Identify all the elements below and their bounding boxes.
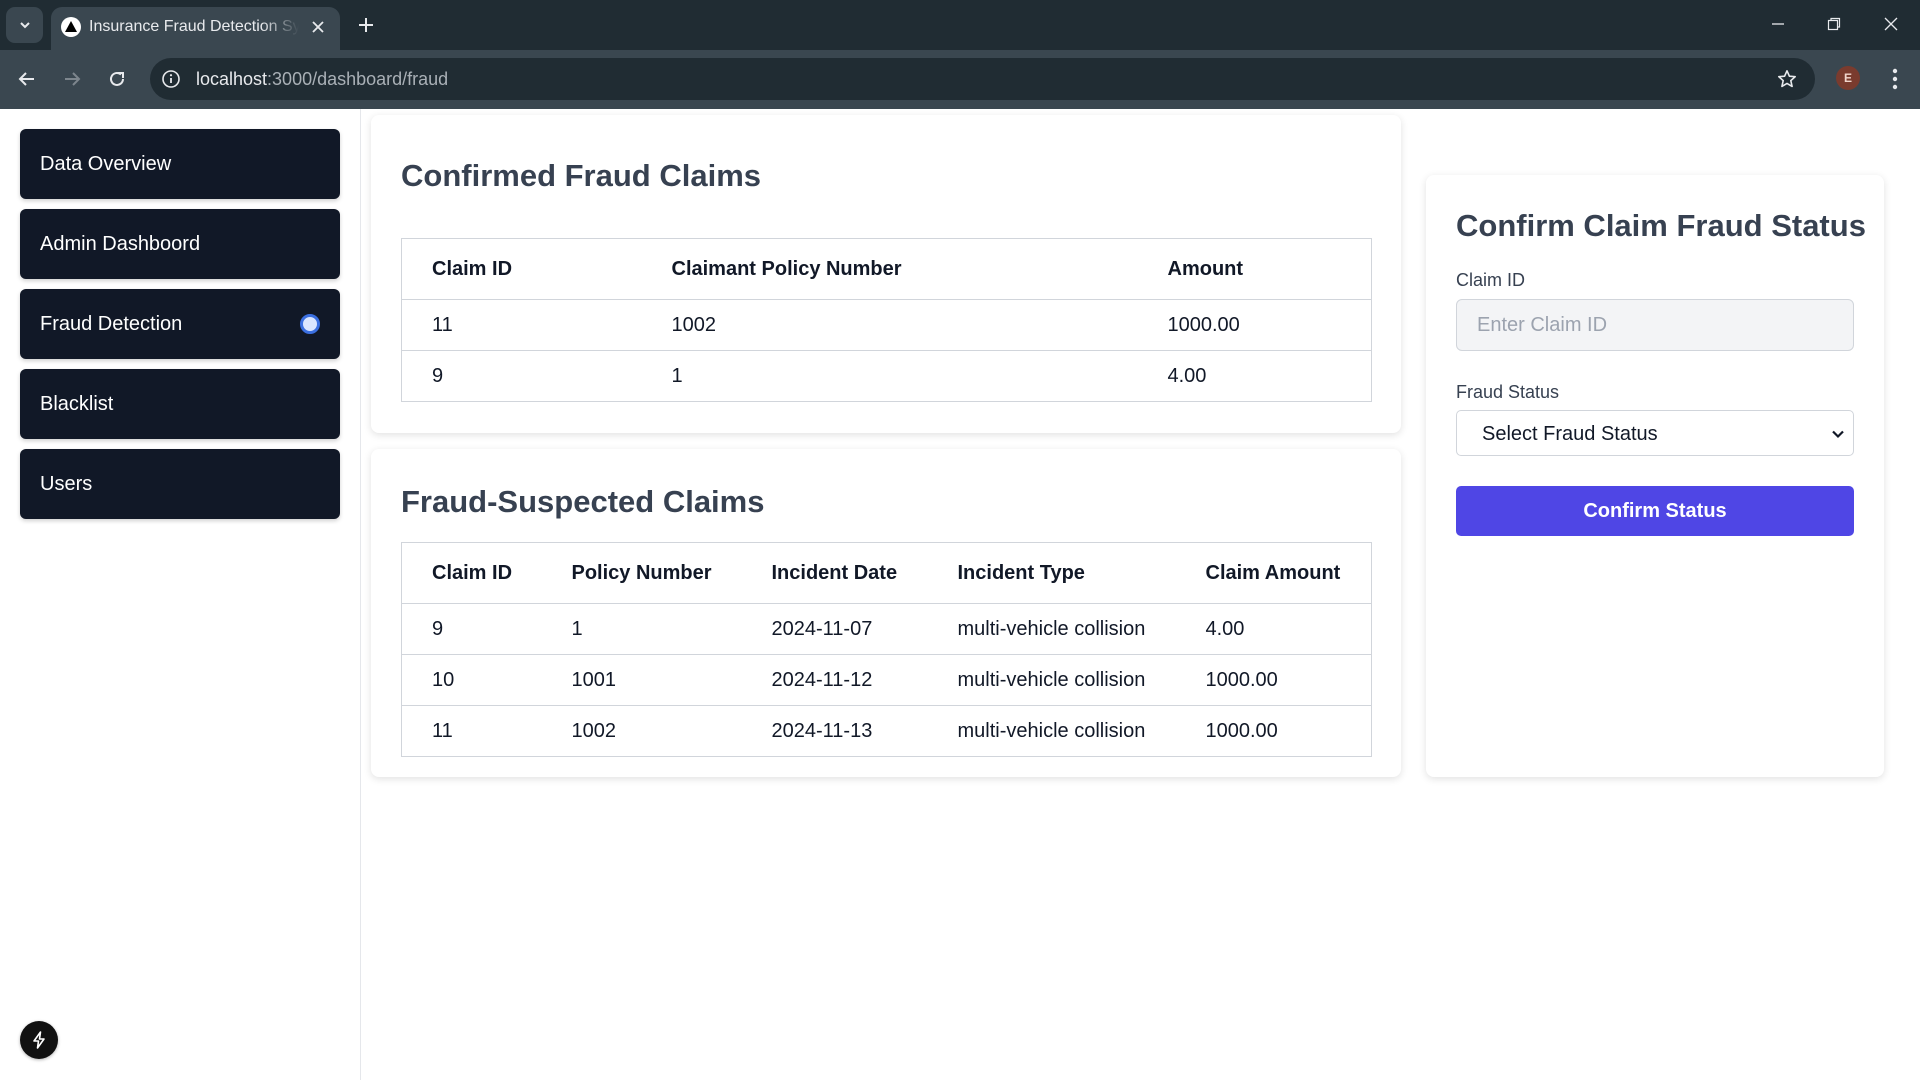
- tab-search-button[interactable]: [6, 7, 43, 43]
- chevron-down-icon: [19, 22, 30, 29]
- chevron-down-icon: [1829, 425, 1847, 443]
- sidebar-item-label: Users: [40, 473, 93, 495]
- table-row: 11 1002 1000.00: [401, 299, 1372, 351]
- site-favicon-icon: [61, 17, 81, 37]
- sidebar-item-label: Admin Dashboord: [40, 233, 201, 255]
- column-header: Policy Number: [541, 542, 742, 604]
- column-header: Claimant Policy Number: [641, 238, 1138, 300]
- confirmed-fraud-title: Confirmed Fraud Claims: [401, 158, 761, 193]
- table-header-row: Claim ID Claimant Policy Number Amount: [401, 238, 1372, 300]
- close-window-button[interactable]: [1871, 8, 1911, 40]
- column-header: Claim Amount: [1175, 542, 1372, 604]
- profile-avatar[interactable]: E: [1836, 66, 1860, 90]
- policy-number-cell: 1002: [571, 719, 617, 742]
- restore-window-button[interactable]: [1814, 8, 1854, 40]
- arrow-right-icon: [65, 72, 81, 86]
- incident-type-cell: multi-vehicle collision: [927, 654, 1176, 706]
- claim-id-input[interactable]: [1456, 299, 1854, 351]
- confirm-fraud-status-title: Confirm Claim Fraud Status: [1456, 208, 1866, 243]
- claim-id-cell: 11: [401, 299, 642, 351]
- browser-tab-bar: Insurance Fraud Detection System: [0, 0, 1920, 50]
- browser-menu-icon[interactable]: [1882, 64, 1908, 94]
- incident-type-cell: multi-vehicle collision: [957, 719, 1146, 742]
- claim-id-cell: 11: [432, 719, 453, 742]
- incident-date-cell: 2024-11-13: [771, 719, 873, 742]
- plus-icon: [359, 18, 373, 32]
- sidebar-item-blacklist[interactable]: Blacklist: [20, 369, 340, 439]
- policy-number-cell: 1002: [641, 299, 1138, 351]
- incident-type-cell: multi-vehicle collision: [927, 603, 1176, 655]
- column-header: Incident Type: [927, 542, 1176, 604]
- claim-id-cell: 10: [401, 654, 542, 706]
- column-header: Claim ID: [401, 238, 642, 300]
- sidebar-item-label: Fraud Detection: [40, 313, 183, 335]
- minimize-icon: [1772, 23, 1784, 25]
- sidebar: Data Overview Admin Dashboord Fraud Dete…: [0, 109, 361, 1080]
- sidebar-item-data-overview[interactable]: Data Overview: [20, 129, 340, 199]
- policy-number-cell: 1: [671, 364, 683, 387]
- column-header: Claim ID: [401, 542, 542, 604]
- column-header: Incident Date: [741, 542, 928, 604]
- claim-amount-cell: 1000.00: [1175, 654, 1372, 706]
- close-tab-icon[interactable]: [308, 17, 328, 37]
- sidebar-item-users[interactable]: Users: [20, 449, 340, 519]
- restore-icon: [1827, 17, 1841, 31]
- sidebar-item-label: Blacklist: [40, 393, 114, 415]
- claim-amount-cell: 4.00: [1175, 603, 1372, 655]
- table-row: 10 1001 2024-11-12 multi-vehicle collisi…: [401, 654, 1372, 706]
- site-info-icon[interactable]: [160, 68, 182, 90]
- confirm-fraud-status-card: Confirm Claim Fraud Status Claim ID Frau…: [1426, 175, 1884, 777]
- confirmed-fraud-card: Confirmed Fraud Claims Claim ID Claimant…: [371, 115, 1401, 433]
- incident-date-cell: 2024-11-12: [741, 654, 928, 706]
- table-header-row: Claim ID Policy Number Incident Date Inc…: [401, 542, 1372, 604]
- incident-date-cell: 2024-11-07: [741, 603, 928, 655]
- claim-amount-cell: 1000.00: [1205, 719, 1278, 742]
- bookmark-star-icon[interactable]: [1775, 67, 1799, 91]
- dev-tools-badge[interactable]: [20, 1021, 58, 1059]
- reload-icon: [110, 71, 124, 86]
- url-path: :3000/dashboard/fraud: [267, 69, 449, 89]
- forward-button[interactable]: [55, 62, 89, 96]
- sidebar-item-fraud-detection[interactable]: Fraud Detection: [20, 289, 340, 359]
- claim-id-cell: 9: [401, 603, 542, 655]
- fraud-suspected-title: Fraud-Suspected Claims: [401, 484, 765, 519]
- arrow-left-icon: [18, 72, 34, 86]
- claim-id-label: Claim ID: [1456, 270, 1526, 290]
- lightning-icon: [33, 1031, 45, 1049]
- confirmed-fraud-table: Claim ID Claimant Policy Number Amount 1…: [401, 238, 1372, 402]
- fraud-status-label: Fraud Status: [1456, 382, 1560, 402]
- sidebar-item-label: Data Overview: [40, 153, 172, 175]
- policy-number-cell: 1001: [541, 654, 742, 706]
- page-content: Data Overview Admin Dashboord Fraud Dete…: [0, 109, 1920, 1080]
- back-button[interactable]: [10, 62, 44, 96]
- browser-tab-active[interactable]: Insurance Fraud Detection System: [51, 7, 340, 50]
- reload-button[interactable]: [100, 62, 134, 96]
- new-tab-button[interactable]: [352, 11, 380, 39]
- claim-id-cell: 9: [432, 364, 444, 387]
- minimize-window-button[interactable]: [1758, 8, 1798, 40]
- fraud-suspected-table: Claim ID Policy Number Incident Date Inc…: [401, 542, 1372, 757]
- table-row: 9 1 2024-11-07 multi-vehicle collision 4…: [401, 603, 1372, 655]
- address-bar[interactable]: localhost:3000/dashboard/fraud: [150, 58, 1815, 100]
- url-host: localhost: [196, 69, 268, 89]
- column-header: Amount: [1137, 238, 1372, 300]
- confirm-status-button[interactable]: Confirm Status: [1456, 486, 1854, 536]
- amount-cell: 4.00: [1167, 364, 1207, 387]
- fraud-status-select[interactable]: Select Fraud Status: [1456, 410, 1854, 456]
- tab-title: Insurance Fraud Detection System: [89, 18, 299, 35]
- amount-cell: 1000.00: [1137, 299, 1372, 351]
- policy-number-cell: 1: [541, 603, 742, 655]
- fraud-status-selected-value: Select Fraud Status: [1482, 423, 1658, 445]
- sidebar-item-admin-dashboard[interactable]: Admin Dashboord: [20, 209, 340, 279]
- active-indicator-icon: [300, 314, 320, 334]
- table-row: 9 1 4.00: [402, 351, 1372, 402]
- fraud-suspected-card: Fraud-Suspected Claims Claim ID Policy N…: [371, 449, 1401, 777]
- table-row: 11 1002 2024-11-13 multi-vehicle collisi…: [402, 706, 1372, 757]
- url-text: localhost:3000/dashboard/fraud: [196, 68, 448, 90]
- close-icon: [1884, 17, 1898, 31]
- browser-toolbar: localhost:3000/dashboard/fraud E: [0, 50, 1920, 109]
